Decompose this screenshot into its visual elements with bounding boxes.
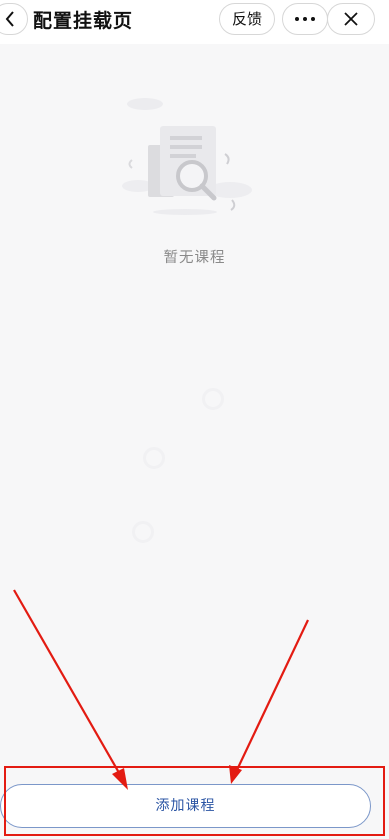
annotation-arrows [13, 589, 309, 790]
